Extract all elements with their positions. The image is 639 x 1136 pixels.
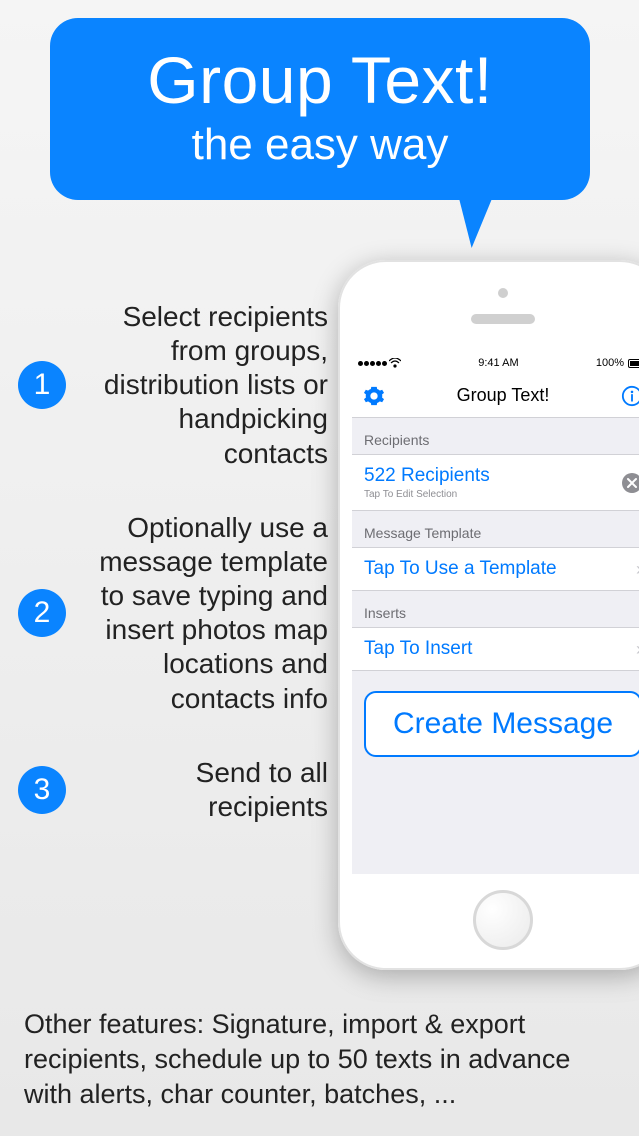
step-text: Optionally use a message template to sav… [78,511,328,716]
battery-icon [628,359,639,368]
step-text: Select recipients from groups, distribut… [78,300,328,471]
navigation-bar: Group Text! [352,374,639,418]
recipients-header: Recipients [352,418,639,454]
gear-icon [363,385,385,407]
nav-title: Group Text! [457,385,550,406]
template-header: Message Template [352,511,639,547]
statusbar-time: 9:41 AM [478,357,518,369]
inserts-header: Inserts [352,591,639,627]
step-badge: 3 [18,766,66,814]
create-message-button[interactable]: Create Message [364,691,639,757]
info-icon [621,385,639,407]
bubble-title: Group Text! [80,42,560,118]
phone-speaker [471,314,535,324]
wifi-icon [389,358,401,368]
home-button[interactable] [473,890,533,950]
step-3: 3 Send to all recipients [18,756,328,824]
step-badge: 2 [18,589,66,637]
recipients-count: 522 Recipients [364,465,490,487]
bubble-subtitle: the easy way [80,120,560,170]
clear-recipients-button[interactable] [622,473,639,493]
inserts-title: Tap To Insert [364,638,472,660]
template-title: Tap To Use a Template [364,558,557,580]
recipients-cell[interactable]: 522 Recipients Tap To Edit Selection [352,454,639,511]
step-2: 2 Optionally use a message template to s… [18,511,328,716]
footer-features-text: Other features: Signature, import & expo… [24,1007,615,1112]
phone-camera [498,288,508,298]
status-bar: 9:41 AM 100% [352,352,639,374]
battery-percent: 100% [596,357,624,369]
recipients-hint: Tap To Edit Selection [364,489,490,500]
signal-indicator [358,358,401,368]
promo-speech-bubble: Group Text! the easy way [50,18,590,200]
step-text: Send to all recipients [78,756,328,824]
step-1: 1 Select recipients from groups, distrib… [18,300,328,471]
step-badge: 1 [18,361,66,409]
settings-button[interactable] [362,384,386,408]
steps-list: 1 Select recipients from groups, distrib… [18,300,328,864]
template-cell[interactable]: Tap To Use a Template › [352,547,639,591]
inserts-cell[interactable]: Tap To Insert › [352,627,639,671]
phone-screen: 9:41 AM 100% Group Text! [352,352,639,874]
close-icon [626,477,638,489]
phone-mockup: 9:41 AM 100% Group Text! [338,260,639,970]
info-button[interactable] [620,384,639,408]
